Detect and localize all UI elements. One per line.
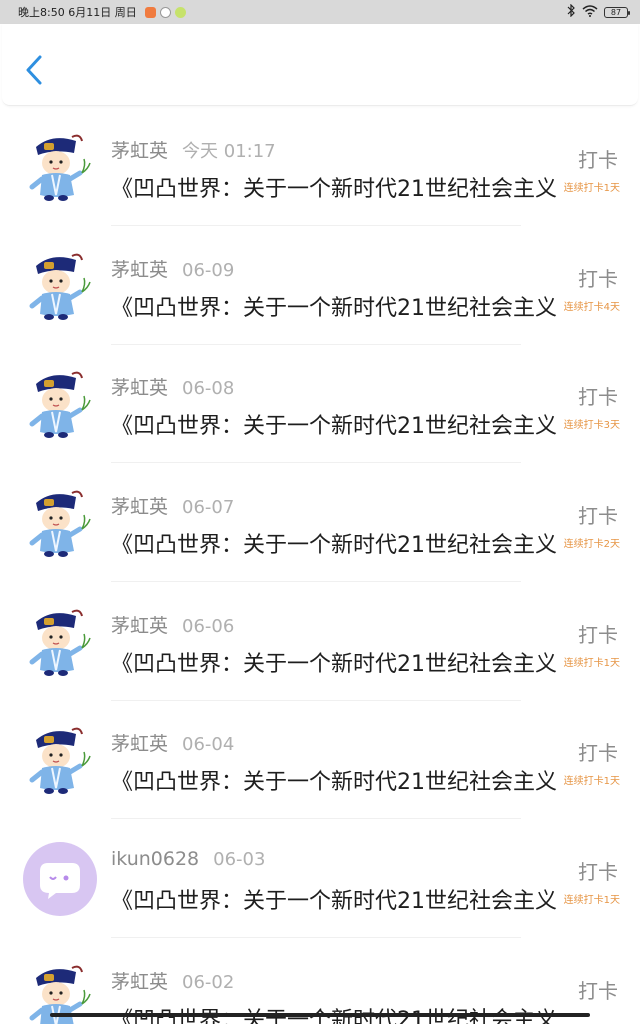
checkin-label: 打卡	[578, 741, 618, 766]
user-name-text: 茅虹英	[111, 614, 169, 637]
user-name: 茅虹英 今天 01:17	[111, 136, 276, 163]
post-date: 06-07	[182, 497, 235, 519]
user-name-text: 茅虹英	[111, 377, 169, 400]
list-item[interactable]: ikun0628 06-03 《凹凸世界：关于一个新时代21世纪社会主义 打卡连续打卡…	[0, 819, 640, 939]
post-date: 06-04	[182, 734, 235, 756]
list-item[interactable]: 茅虹英 06-09 《凹凸世界：关于一个新时代21世纪社会主义 打卡连续打卡4天	[0, 226, 640, 345]
battery-indicator: 87	[604, 6, 630, 18]
streak-badge: 连续打卡1天	[563, 895, 620, 907]
user-name-text: 茅虹英	[111, 970, 169, 993]
list-item[interactable]: 茅虹英 今天 01:17 《凹凸世界：关于一个新时代21世纪社会主义 打卡连续打卡1天	[0, 107, 640, 226]
checkin-label: 打卡	[578, 978, 618, 1003]
entry-title: 《凹凸世界：关于一个新时代21世纪社会主义	[111, 651, 557, 677]
list-item[interactable]: 茅虹英 06-04 《凹凸世界：关于一个新时代21世纪社会主义 打卡连续打卡1天	[0, 700, 640, 820]
home-indicator[interactable]	[50, 1013, 590, 1017]
checkin-label: 打卡	[578, 860, 618, 885]
avatar[interactable]	[22, 366, 98, 442]
status-time-date: 晚上8:50 6月11日 周日	[18, 6, 137, 19]
bluetooth-icon	[566, 3, 576, 20]
streak-badge: 连续打卡1天	[563, 183, 620, 194]
user-name-text: 茅虹英	[111, 733, 169, 756]
post-date: 06-06	[182, 615, 235, 637]
checkin-label: 打卡	[578, 622, 618, 647]
list-item[interactable]: 茅虹英 06-08 《凹凸世界：关于一个新时代21世纪社会主义 打卡连续打卡3天	[0, 344, 640, 464]
streak-badge: 连续打卡1天	[563, 776, 620, 788]
avatar[interactable]	[22, 248, 98, 324]
user-name: 茅虹英 06-02	[111, 967, 234, 994]
user-name-text: ikun0628	[111, 848, 200, 871]
header-bar	[2, 24, 638, 106]
streak-badge: 连续打卡1天	[563, 657, 620, 669]
user-name: 茅虹英 06-04	[111, 729, 234, 756]
post-date: 今天 01:17	[182, 141, 276, 162]
post-date: 06-02	[182, 971, 235, 993]
user-name: 茅虹英 06-06	[111, 611, 234, 638]
avatar[interactable]	[22, 841, 98, 917]
avatar[interactable]	[22, 485, 98, 561]
user-name-text: 茅虹英	[111, 496, 169, 519]
user-name: ikun0628 06-03	[111, 848, 265, 870]
user-name: 茅虹英 06-09	[111, 255, 234, 282]
streak-badge: 连续打卡3天	[563, 420, 620, 432]
user-name-text: 茅虹英	[111, 258, 169, 281]
post-date: 06-08	[182, 378, 235, 400]
entry-title: 《凹凸世界：关于一个新时代21世纪社会主义	[111, 770, 557, 796]
list-item[interactable]: 茅虹英 06-07 《凹凸世界：关于一个新时代21世纪社会主义 打卡连续打卡2天	[0, 463, 640, 583]
post-date: 06-03	[213, 849, 266, 871]
streak-badge: 连续打卡2天	[563, 539, 620, 551]
back-button[interactable]	[20, 50, 52, 90]
wifi-icon	[582, 4, 598, 20]
list-item[interactable]: 茅虹英06-02《凹凸世界：关于一个新时代21世纪社会主义打卡	[0, 938, 640, 1024]
entry-title: 《凹凸世界：关于一个新时代21世纪社会主义	[111, 533, 557, 559]
checkin-label: 打卡	[578, 148, 618, 172]
checkin-label: 打卡	[578, 266, 618, 291]
checkin-label: 打卡	[578, 385, 618, 410]
list-item[interactable]: 茅虹英 06-06 《凹凸世界：关于一个新时代21世纪社会主义 打卡连续打卡1天	[0, 582, 640, 701]
chevron-left-icon	[26, 55, 42, 85]
entry-title: 《凹凸世界：关于一个新时代21世纪社会主义	[111, 295, 557, 321]
streak-badge: 连续打卡4天	[563, 301, 620, 313]
avatar[interactable]	[22, 129, 98, 205]
user-name: 茅虹英 06-07	[111, 492, 234, 519]
status-right: 87	[566, 3, 630, 20]
notification-app-icon	[174, 6, 186, 18]
entry-title: 《凹凸世界：关于一个新时代21世纪社会主义	[111, 889, 557, 915]
checkin-label: 打卡	[578, 504, 618, 529]
notification-app-icon	[144, 6, 156, 18]
status-left: 晚上8:50 6月11日 周日	[18, 4, 186, 20]
avatar[interactable]	[22, 604, 98, 680]
user-name: 茅虹英 06-08	[111, 373, 234, 400]
entry-title: 《凹凸世界：关于一个新时代21世纪社会主义	[111, 177, 557, 202]
entry-title: 《凹凸世界：关于一个新时代21世纪社会主义	[111, 414, 557, 440]
post-date: 06-09	[182, 259, 235, 281]
status-bar: 晚上8:50 6月11日 周日 87	[0, 0, 640, 24]
user-name-text: 茅虹英	[111, 140, 169, 162]
qq-icon	[159, 6, 171, 18]
avatar[interactable]	[22, 722, 98, 798]
checkin-list: 茅虹英 今天 01:17 《凹凸世界：关于一个新时代21世纪社会主义 打卡 连续打卡1天…	[0, 107, 640, 1024]
